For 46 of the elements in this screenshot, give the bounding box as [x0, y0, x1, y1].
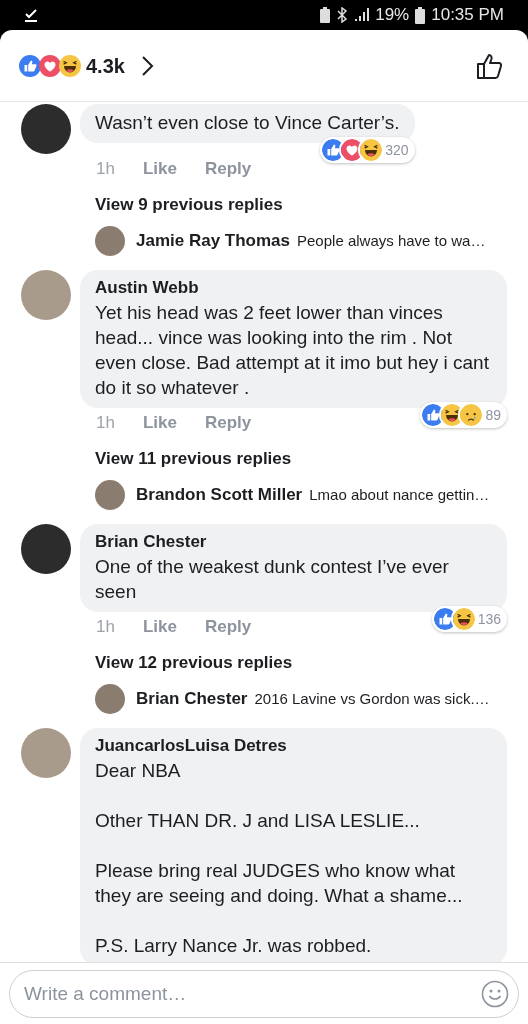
signal-icon [353, 7, 370, 23]
comment-author[interactable]: Brian Chester [95, 530, 492, 554]
reply-avatar-photo-placeholder[interactable] [95, 480, 125, 510]
reply-text: 2016 Lavine vs Gordon was sick.… [254, 688, 490, 709]
reply-author[interactable]: Jamie Ray Thomas [136, 228, 290, 254]
checkmark-icon [24, 8, 38, 22]
clock: 10:35 PM [431, 4, 504, 27]
comment-time: 1h [96, 616, 115, 638]
comment-text: One of the weakest dunk contest I’ve ever seen [95, 555, 450, 604]
smiley-icon[interactable] [481, 979, 509, 1008]
like-reaction-icon [19, 54, 41, 77]
bluetooth-icon [337, 7, 348, 23]
laughing-reaction-icon [452, 608, 475, 630]
comment-text: Dear NBA Other THAN DR. J and LISA LESLIE... Please bring real JUDGES who know what they are seeing and doing. What a shame... P.S. Larry Nance Jr. was robbed. [95, 759, 464, 958]
thumbs-up-icon[interactable] [476, 51, 504, 80]
reaction-count: 136 [477, 609, 501, 629]
reactions-count-button[interactable]: 4.3k [19, 50, 154, 81]
avatar-photo-placeholder[interactable] [21, 104, 71, 154]
comment-text: Wasn’t even close to Vince Carter’s. [95, 111, 400, 135]
reply-text: Lmao about nance gettin… [309, 484, 490, 505]
crying-reaction-icon [460, 404, 483, 426]
reply-avatar-photo-placeholder[interactable] [95, 684, 125, 714]
view-replies-link[interactable]: View 11 previous replies [95, 445, 292, 471]
avatar-photo-placeholder[interactable] [21, 524, 71, 574]
comment-text: Yet his head was 2 feet lower than vinces head... vince was looking into the rim . Not even close. Bad attempt at it imo but hey i cant do it so whatever . [95, 301, 490, 400]
chevron-right-icon [139, 54, 154, 77]
comment-author[interactable]: Austin Webb [95, 276, 492, 300]
comment-author[interactable]: JuancarlosLuisa Detres [95, 734, 492, 758]
comment-time: 1h [96, 412, 115, 434]
reply-author[interactable]: Brandon Scott Miller [136, 482, 303, 508]
like-reaction-icon [433, 608, 456, 630]
heart-reaction-icon [39, 54, 61, 77]
reply-author[interactable]: Brian Chester [136, 686, 248, 712]
laughing-reaction-icon [59, 54, 81, 77]
comment-time: 1h [96, 158, 115, 180]
reaction-count: 89 [485, 405, 501, 425]
reply-avatar-photo-placeholder[interactable] [95, 226, 125, 256]
view-replies-link[interactable]: View 9 previous replies [95, 191, 283, 217]
view-replies-link[interactable]: View 12 previous replies [95, 649, 293, 675]
battery-icon [415, 6, 426, 24]
battery-saver-icon [319, 7, 332, 23]
battery-percentage: 19% [375, 4, 410, 27]
reaction-count: 320 [385, 140, 409, 160]
comment-input-field[interactable]: Write a comment… [9, 969, 519, 1018]
reply-text: People always have to wa… [297, 230, 486, 251]
laughing-reaction-icon [360, 139, 383, 161]
